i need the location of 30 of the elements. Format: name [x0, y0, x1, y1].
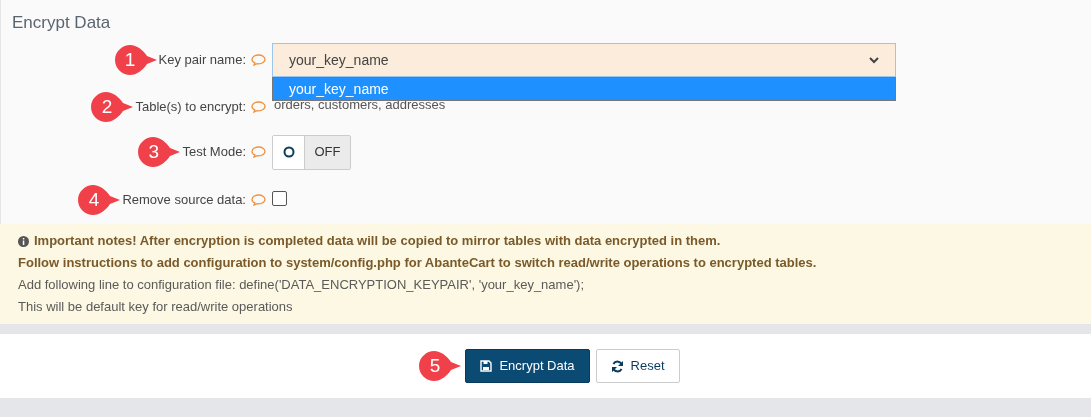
step-marker: 4 — [78, 185, 121, 215]
field-label: Key pair name: — [158, 51, 246, 70]
select-field[interactable]: your_key_name — [272, 43, 896, 77]
toggle-switch[interactable]: OFF — [272, 134, 351, 170]
encrypt-button[interactable]: Encrypt Data — [465, 349, 590, 383]
field-label: Test Mode: — [182, 143, 246, 162]
comment-icon[interactable] — [251, 194, 266, 206]
checkbox[interactable] — [272, 191, 287, 206]
toggle-label: OFF — [304, 135, 350, 169]
comment-icon[interactable] — [251, 101, 266, 113]
field-label: Table(s) to encrypt: — [135, 98, 246, 117]
comment-icon[interactable] — [251, 54, 266, 66]
note-text: Important notes! After encryption is completed data will be copied to mirror tables with data encrypted in them. — [34, 232, 721, 250]
step-marker: 5 — [419, 351, 462, 381]
refresh-icon — [610, 359, 624, 373]
reset-button[interactable]: Reset — [595, 349, 680, 383]
note-text: Follow instructions to add configuration to system/config.php for AbanteCart to switch read/write operations to encrypted tables. — [18, 254, 817, 272]
note-text: Add following line to configuration file: define('DATA_ENCRYPTION_KEYPAIR', 'your_key_name'); — [18, 276, 585, 294]
section-title: Encrypt Data — [11, 12, 112, 34]
step-marker: 1 — [114, 45, 157, 75]
info-icon — [18, 235, 29, 247]
field-value: orders, customers, addresses — [273, 97, 446, 112]
field-label: Remove source data: — [122, 191, 246, 210]
toggle-knob-icon — [282, 146, 295, 158]
chevron-down-icon — [869, 56, 879, 64]
note-text: This will be default key for read/write operations — [18, 298, 293, 316]
comment-icon[interactable] — [251, 146, 266, 158]
step-marker: 2 — [91, 92, 134, 122]
step-marker: 3 — [138, 137, 181, 167]
save-icon — [480, 360, 493, 372]
